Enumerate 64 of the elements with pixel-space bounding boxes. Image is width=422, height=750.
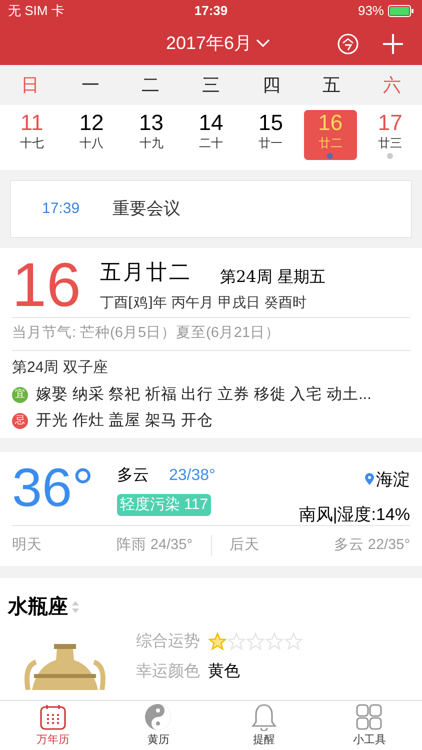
ganzhi-text: 丁酉[鸡]年 丙午月 甲戌日 癸酉时	[100, 294, 308, 313]
grid-icon	[355, 702, 384, 731]
weekday-label: 五	[322, 74, 342, 96]
star-icon	[246, 632, 265, 651]
event-title: 重要会议	[112, 198, 181, 220]
big-date: 16	[12, 254, 82, 316]
location-text: 海淀	[376, 468, 410, 490]
forecast-day: 明天	[12, 534, 42, 556]
week-day: 第24周 星期五	[220, 264, 326, 289]
date-cell[interactable]: 13 十九	[124, 110, 178, 160]
almanac-text: 嫁娶 纳采 祭祀 祈福 出行 立券 移徙 入宅 动土...	[36, 384, 372, 405]
fortune-label: 幸运颜色	[136, 662, 200, 682]
date-cell[interactable]: 15 廿一	[244, 110, 298, 160]
chevron-down-icon	[256, 39, 270, 48]
add-icon[interactable]	[383, 34, 403, 54]
location-pin-icon	[365, 473, 374, 486]
forecast-summary: 多云 22/35°	[334, 536, 410, 555]
zodiac-title[interactable]: 水瓶座	[8, 592, 68, 622]
condition-text: 多云	[117, 466, 149, 486]
star-icon	[265, 632, 284, 651]
bell-icon	[250, 702, 278, 731]
fortune-value: 黄色	[208, 662, 240, 682]
almanac-badge: 忌	[12, 412, 28, 428]
tab-item[interactable]: 小工具	[316, 701, 422, 750]
month-picker[interactable]: 2017年6月	[166, 30, 270, 57]
yin-yang-icon	[144, 702, 172, 731]
temperature-range: 23/38°	[169, 466, 216, 486]
weekday-label: 六	[382, 74, 402, 96]
solar-terms-text: 当月节气: 芒种(6月5日）夏至(6月21日）	[12, 324, 280, 344]
tab-item[interactable]: 黄历	[106, 701, 211, 750]
temperature-text: 36°	[12, 458, 95, 520]
calendar-icon	[38, 702, 67, 731]
date-cell[interactable]: 12 十八	[64, 110, 118, 160]
air-quality-badge: 轻度污染 117	[117, 494, 212, 516]
wind-humidity-text: 南风|湿度:14%	[298, 504, 410, 526]
weekday-label: 四	[261, 74, 282, 96]
forecast-day: 后天	[230, 534, 260, 556]
battery-icon	[388, 5, 414, 17]
star-icon	[227, 632, 246, 651]
fortune-label: 综合运势	[136, 632, 200, 652]
event-time: 17:39	[42, 198, 80, 219]
weekday-label: 三	[200, 74, 221, 96]
event-card[interactable]: 17:39 重要会议	[10, 180, 412, 238]
forecast-summary: 阵雨 24/35°	[116, 536, 192, 555]
carrier-text: 无 SIM 卡	[8, 2, 66, 20]
battery-text: 93%	[358, 2, 384, 20]
sort-icon	[72, 600, 79, 612]
lunar-date: 五月廿二	[100, 259, 192, 286]
tab-item[interactable]: 万年历	[0, 701, 106, 750]
clock-text: 17:39	[194, 2, 228, 20]
almanac-badge: 宜	[12, 386, 28, 402]
weather-card[interactable]: 36° 多云 23/38° 轻度污染 117 海淀 南风|湿度:14% 明天 阵雨 24/35° 后天 多云 22/35°	[0, 452, 422, 566]
almanac-text: 开光 作灶 盖屋 架马 开仓	[36, 410, 214, 431]
week-sign-text: 第24周 双子座	[12, 358, 109, 378]
star-icon	[208, 632, 227, 651]
weekday-label: 日	[20, 74, 40, 96]
tab-item[interactable]: 提醒	[211, 701, 316, 750]
star-icon	[284, 632, 303, 651]
today-icon[interactable]	[337, 33, 359, 55]
weekday-label: 一	[80, 74, 100, 96]
weekday-label: 二	[140, 74, 161, 96]
date-cell[interactable]: 11 十七	[5, 110, 59, 160]
date-cell[interactable]: 17 廿三	[363, 110, 417, 160]
date-cell[interactable]: 14 二十	[184, 110, 238, 160]
